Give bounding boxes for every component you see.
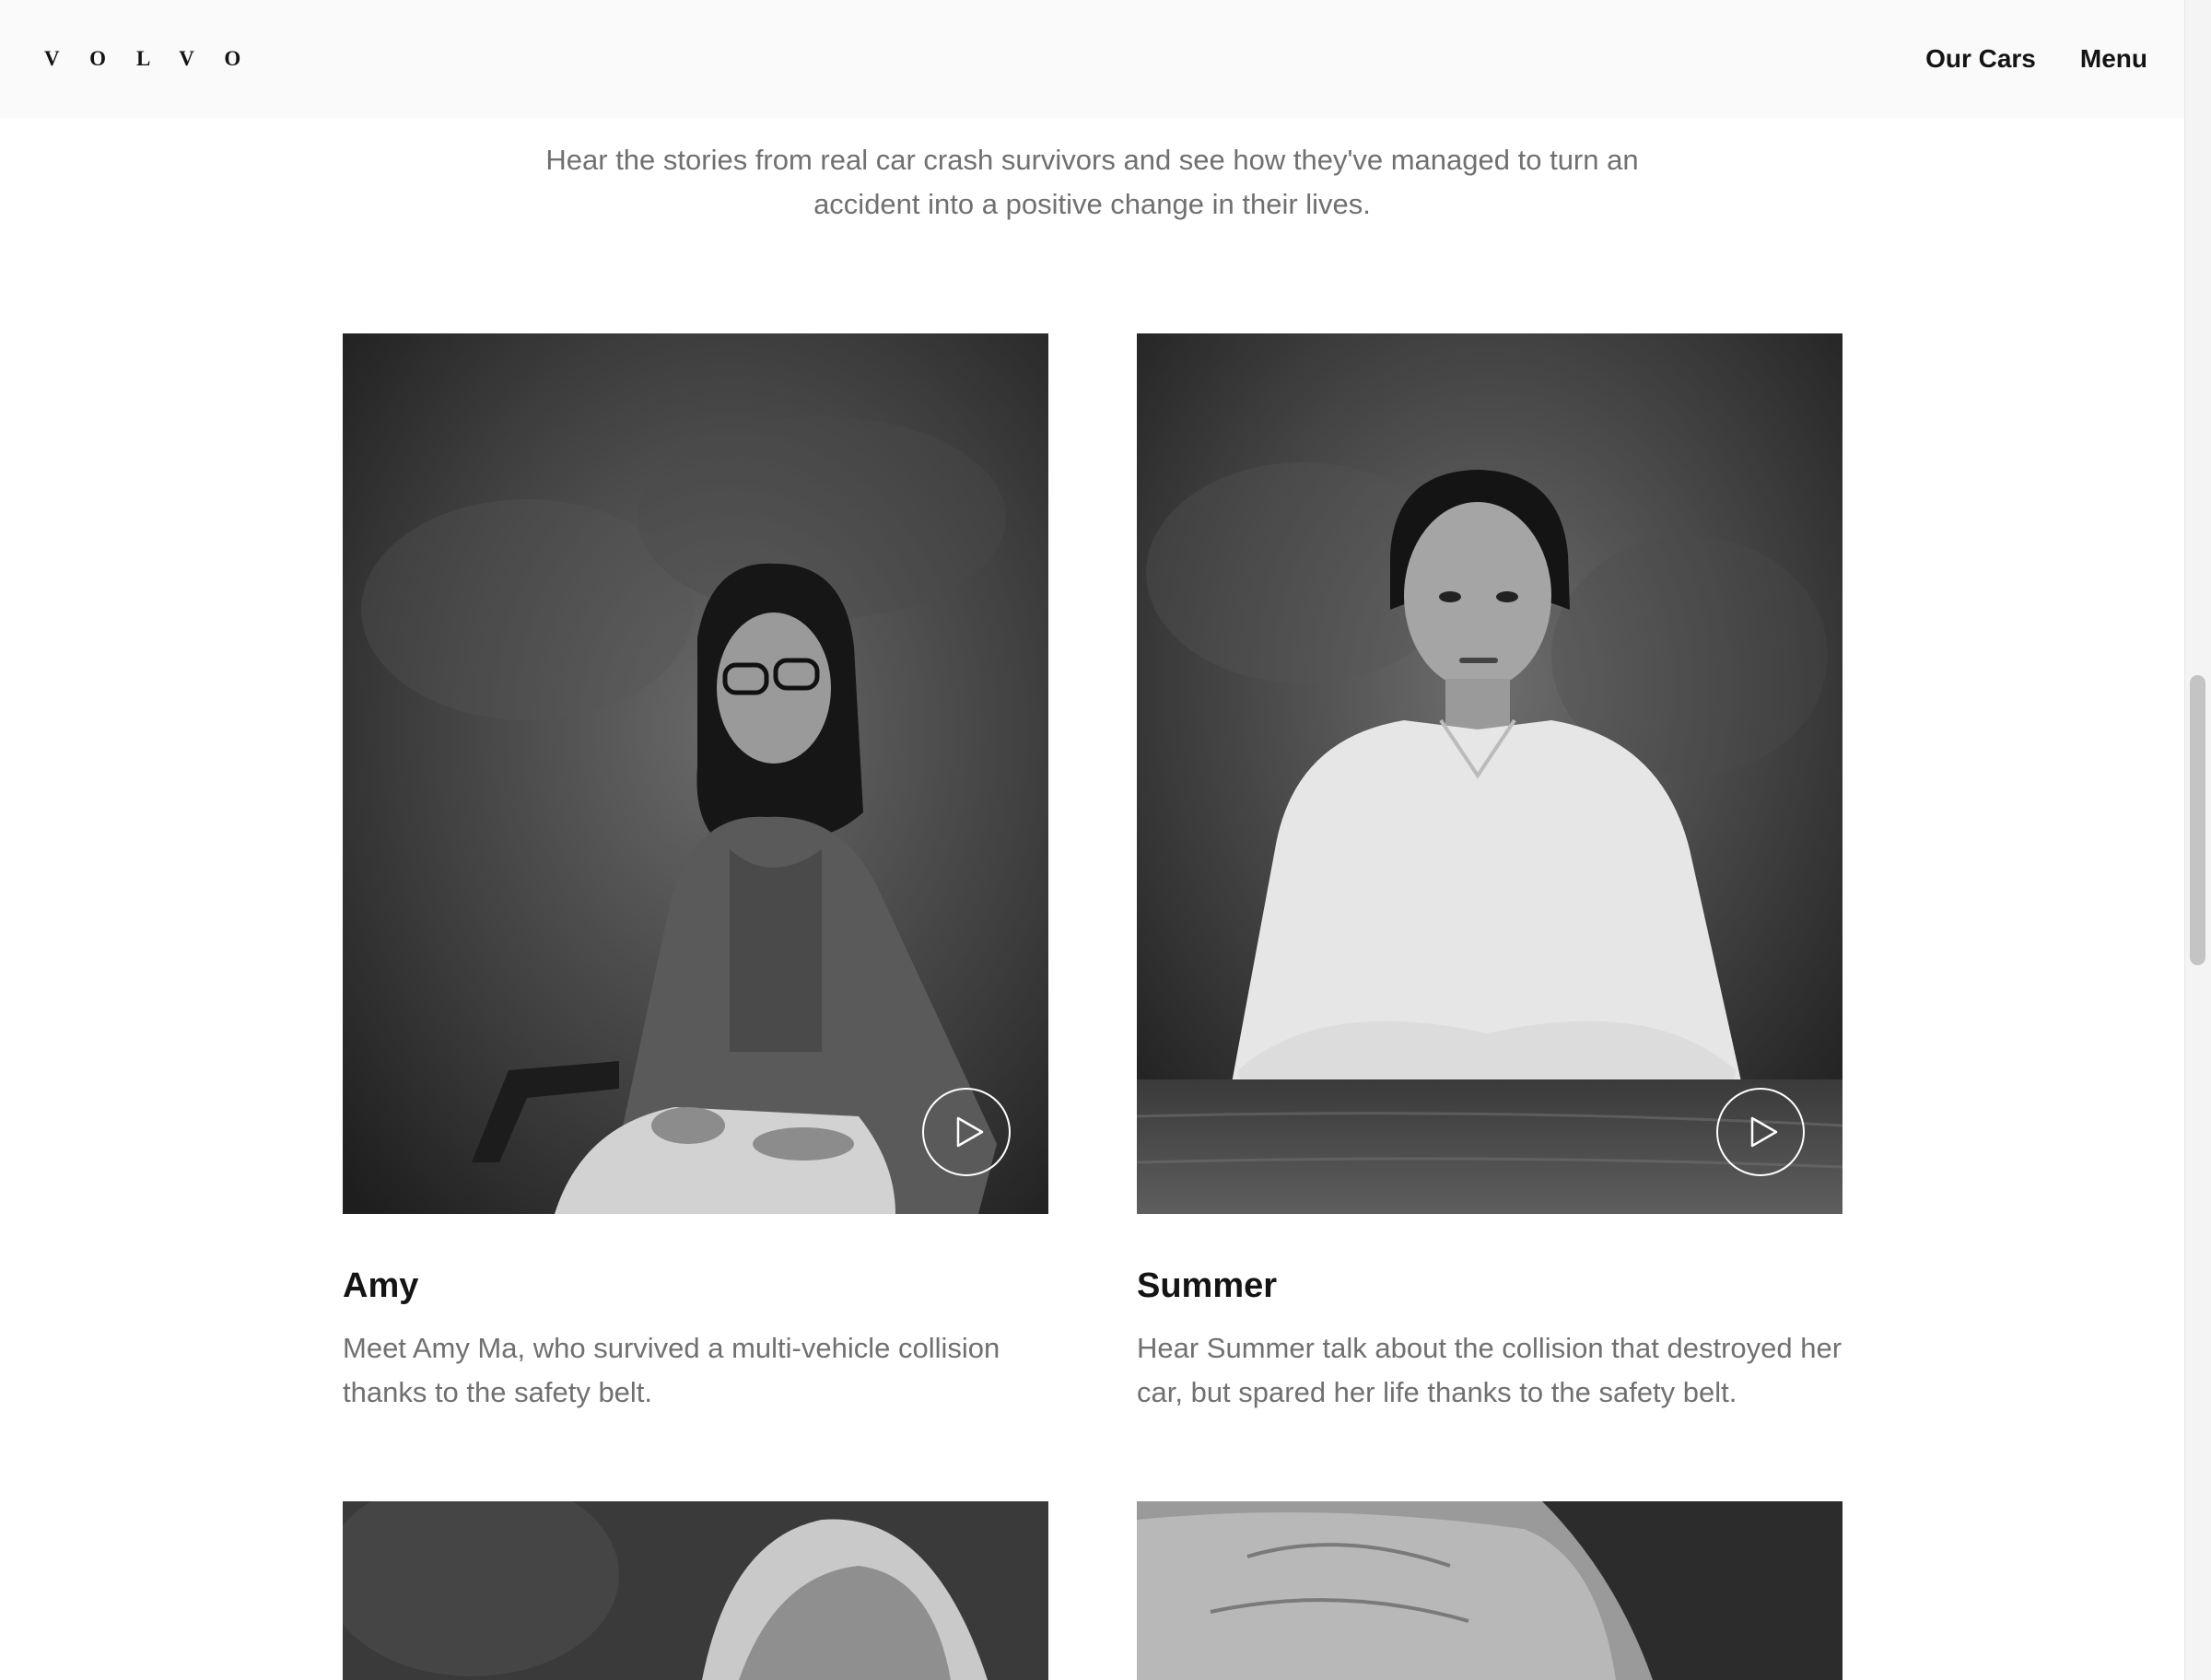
nav-our-cars[interactable]: Our Cars [1925,44,2036,74]
story-description-amy: Meet Amy Ma, who survived a multi-vehicl… [343,1332,1000,1408]
nav-menu[interactable]: Menu [2080,44,2147,74]
page-scrollbar[interactable] [2184,0,2211,1680]
story-title-amy[interactable]: Amy [343,1266,1048,1306]
amy-play-button[interactable] [922,1088,1011,1176]
intro-text: Hear the stories from real car crash sur… [545,144,1639,220]
story-card-photo-partial-2[interactable] [1137,1501,1842,1680]
play-icon [956,1116,984,1148]
story-card-photo-partial-1[interactable] [343,1501,1048,1680]
story-card-amy[interactable]: Amy Meet Amy Ma, who survived a multi-ve… [343,333,1048,1415]
intro-section: Hear the stories from real car crash sur… [0,138,2184,227]
amy-portrait-photo[interactable] [343,333,1048,1214]
play-icon [1750,1116,1778,1148]
scrollbar-thumb[interactable] [2190,675,2205,965]
story-card-summer[interactable]: Summer Hear Summer talk about the collis… [1137,333,1842,1415]
story-description-summer: Hear Summer talk about the collision tha… [1137,1332,1842,1408]
header-nav: Our Cars Menu [1925,44,2147,74]
volvo-logo[interactable]: VOLVO [44,47,271,71]
site-header: VOLVO Our Cars Menu [0,0,2184,118]
summer-portrait-photo[interactable] [1137,333,1842,1214]
story-title-summer[interactable]: Summer [1137,1266,1842,1306]
summer-play-button[interactable] [1716,1088,1805,1176]
